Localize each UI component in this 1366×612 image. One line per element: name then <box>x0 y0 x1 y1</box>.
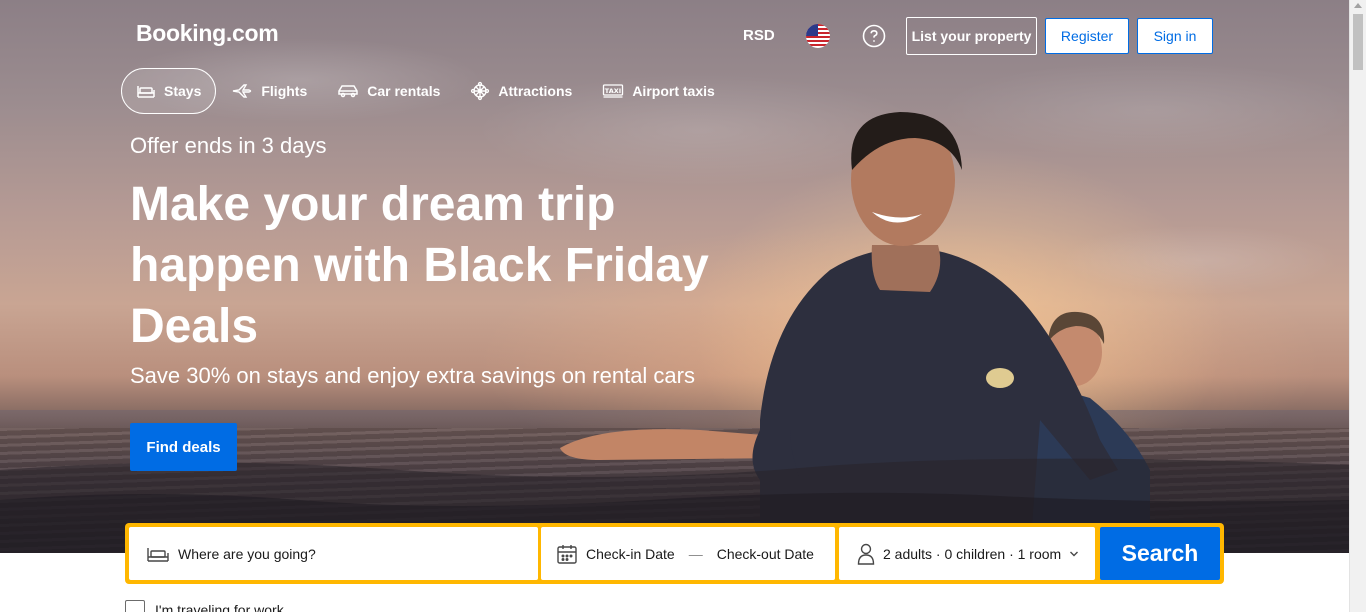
sign-in-button[interactable]: Sign in <box>1137 18 1213 54</box>
checkout-date[interactable]: Check-out Date <box>717 546 814 562</box>
tab-label: Attractions <box>498 83 573 99</box>
destination-field[interactable]: Where are you going? <box>129 527 538 580</box>
us-flag-icon[interactable] <box>806 24 830 48</box>
guests-field[interactable]: 2 adults · 0 children · 1 room <box>839 527 1095 580</box>
guests-summary: 2 adults · 0 children · 1 room <box>883 545 1062 562</box>
date-range-field[interactable]: Check-in Date — Check-out Date <box>541 527 835 580</box>
search-bar: Where are you going? Check-in Date — Che… <box>125 523 1224 584</box>
work-travel-label: I'm traveling for work <box>155 602 284 612</box>
work-travel-checkbox[interactable] <box>125 600 145 612</box>
search-button[interactable]: Search <box>1100 527 1220 580</box>
tab-label: Car rentals <box>367 83 441 99</box>
tab-car-rentals[interactable]: Car rentals <box>322 68 455 114</box>
booking-logo[interactable]: Booking.com <box>136 20 279 47</box>
destination-input[interactable]: Where are you going? <box>178 546 316 562</box>
ferris-wheel-icon <box>471 81 490 101</box>
find-deals-button[interactable]: Find deals <box>130 423 237 471</box>
taxi-icon: TAXI <box>603 84 624 98</box>
scrollbar[interactable] <box>1349 0 1366 612</box>
work-travel-option[interactable]: I'm traveling for work <box>125 600 284 612</box>
tab-flights[interactable]: Flights <box>216 68 322 114</box>
hero-headline: Make your dream trip happen with Black F… <box>130 178 709 353</box>
register-button[interactable]: Register <box>1045 18 1129 54</box>
checkin-date[interactable]: Check-in Date <box>586 546 675 562</box>
hero-subheading: Save 30% on stays and enjoy extra saving… <box>130 363 695 388</box>
bed-icon <box>137 86 155 98</box>
tab-label: Flights <box>261 83 308 99</box>
person-icon <box>857 543 875 565</box>
bed-icon <box>147 547 169 562</box>
date-separator: — <box>688 545 703 562</box>
car-icon <box>338 85 358 98</box>
main-nav: Stays Flights Car rentals Attractions TA… <box>121 68 730 114</box>
list-your-property-button[interactable]: List your property <box>906 17 1037 55</box>
tab-label: Airport taxis <box>632 83 715 99</box>
tab-airport-taxis[interactable]: TAXI Airport taxis <box>587 68 729 114</box>
question-circle-icon[interactable] <box>862 24 886 48</box>
tab-attractions[interactable]: Attractions <box>455 68 587 114</box>
chevron-down-icon <box>1070 551 1079 556</box>
offer-countdown: Offer ends in 3 days <box>130 133 327 158</box>
scroll-up-arrow[interactable] <box>1354 3 1362 8</box>
svg-text:TAXI: TAXI <box>605 87 621 95</box>
scrollbar-thumb[interactable] <box>1353 14 1363 70</box>
currency-selector[interactable]: RSD <box>743 27 775 44</box>
plane-icon <box>233 84 252 98</box>
tab-label: Stays <box>164 83 202 99</box>
tab-stays[interactable]: Stays <box>121 68 217 114</box>
calendar-icon <box>557 544 577 564</box>
